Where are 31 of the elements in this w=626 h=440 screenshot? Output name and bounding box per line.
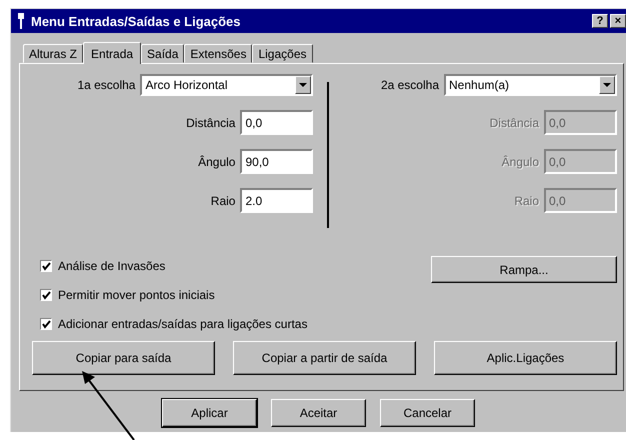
dialog-button[interactable]: Aceitar <box>271 399 366 427</box>
tab[interactable]: Extensões <box>184 44 252 63</box>
field-label: Distância <box>490 116 539 130</box>
input-field[interactable]: 0,0 <box>240 110 314 135</box>
tab[interactable]: Ligações <box>252 44 312 63</box>
field-label: 1a escolha <box>77 78 136 92</box>
checkbox-label: Adicionar entradas/saídas para ligações curtas <box>58 317 308 331</box>
tab[interactable]: Saída <box>141 44 184 63</box>
field-label: Distância <box>186 116 236 130</box>
tab[interactable]: Entrada <box>83 42 142 64</box>
input-field[interactable]: 90,0 <box>240 149 314 174</box>
help-button[interactable]: ? <box>592 14 608 28</box>
dropdown[interactable]: Nenhum(a) <box>444 74 617 96</box>
field-label: Raio <box>210 194 236 208</box>
checkbox-label: Permitir mover pontos iniciais <box>58 288 215 302</box>
close-button[interactable]: × <box>610 14 626 28</box>
field-label: Raio <box>514 194 539 208</box>
action-button[interactable]: Copiar a partir de saída <box>233 341 416 375</box>
window-title: Menu Entradas/Saídas e Ligações <box>31 14 242 28</box>
action-button[interactable]: Copiar para saída <box>32 341 215 375</box>
field-label: Ângulo <box>502 154 539 168</box>
field-label: 2a escolha <box>380 78 439 92</box>
dialog-button[interactable]: Aplicar <box>162 399 257 427</box>
field-label: Ângulo <box>198 154 236 168</box>
checkbox-label: Análise de Invasões <box>58 259 166 273</box>
ramp-button[interactable]: Rampa... <box>431 256 617 283</box>
dropdown[interactable]: Arco Horizontal <box>140 74 314 96</box>
action-button[interactable]: Aplic.Ligações <box>434 341 617 375</box>
input-field[interactable]: 2.0 <box>240 188 314 213</box>
tab[interactable]: Alturas Z <box>23 44 84 63</box>
dialog-button[interactable]: Cancelar <box>380 399 475 427</box>
